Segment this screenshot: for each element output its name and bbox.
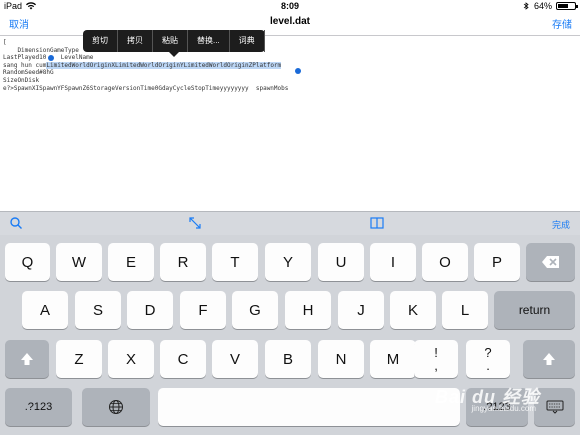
status-time: 8:09 bbox=[280, 1, 299, 11]
text-editor[interactable]: [ DimensionGameType GeneratorN LastPlaye… bbox=[0, 37, 580, 211]
menu-dictionary[interactable]: 词典 bbox=[230, 30, 265, 52]
key-c[interactable]: C bbox=[160, 340, 206, 378]
shift-icon bbox=[543, 353, 555, 365]
hide-keyboard-key[interactable] bbox=[534, 388, 575, 426]
content-line-5: RandomSeed#8hG bbox=[3, 69, 54, 77]
selected-text[interactable]: LimitedWorldOriginXLimitedWorldOriginYLi… bbox=[46, 61, 282, 69]
menu-pointer bbox=[169, 52, 179, 57]
globe-key[interactable] bbox=[82, 388, 150, 426]
menu-copy[interactable]: 拷贝 bbox=[118, 30, 153, 52]
key-o[interactable]: O bbox=[422, 243, 468, 281]
shift-key-right[interactable] bbox=[523, 340, 575, 378]
space-bar[interactable] bbox=[158, 388, 460, 426]
key-i[interactable]: I bbox=[370, 243, 416, 281]
key-p[interactable]: P bbox=[474, 243, 520, 281]
key-v[interactable]: V bbox=[212, 340, 258, 378]
menu-paste[interactable]: 粘贴 bbox=[153, 30, 188, 52]
key-h[interactable]: H bbox=[285, 291, 331, 329]
shift-icon bbox=[21, 353, 33, 365]
key-question-period[interactable]: ? . bbox=[466, 340, 510, 378]
numbers-key-left[interactable]: .?123 bbox=[5, 388, 72, 426]
shift-key-left[interactable] bbox=[5, 340, 49, 378]
key-b[interactable]: B bbox=[265, 340, 311, 378]
key-f[interactable]: F bbox=[180, 291, 226, 329]
key-t[interactable]: T bbox=[212, 243, 258, 281]
shortcut-bar: 完成 bbox=[0, 211, 580, 235]
content-line-4: sang hun cum bbox=[3, 61, 47, 69]
globe-icon bbox=[109, 400, 123, 414]
key-s[interactable]: S bbox=[75, 291, 121, 329]
selection-start-handle[interactable] bbox=[48, 55, 54, 61]
content-line-6: SizeOnDisk bbox=[3, 76, 40, 84]
key-w[interactable]: W bbox=[56, 243, 102, 281]
menu-replace[interactable]: 替换... bbox=[188, 30, 230, 52]
content-line-1: [ bbox=[3, 39, 7, 46]
key-d[interactable]: D bbox=[127, 291, 173, 329]
battery-icon bbox=[556, 2, 578, 10]
key-z[interactable]: Z bbox=[56, 340, 102, 378]
key-g[interactable]: G bbox=[232, 291, 278, 329]
status-right: 64% bbox=[522, 0, 578, 12]
search-icon[interactable] bbox=[9, 216, 23, 230]
battery-percent: 64% bbox=[533, 1, 552, 11]
expand-arrows-icon[interactable] bbox=[188, 216, 202, 230]
status-bar: iPad 8:09 64% bbox=[0, 0, 580, 12]
key-q[interactable]: Q bbox=[5, 243, 50, 281]
done-button[interactable]: 完成 bbox=[552, 218, 570, 231]
selection-end-handle[interactable] bbox=[295, 68, 301, 74]
key-n[interactable]: N bbox=[318, 340, 364, 378]
key-u[interactable]: U bbox=[318, 243, 364, 281]
delete-key[interactable] bbox=[526, 243, 575, 281]
key-j[interactable]: J bbox=[338, 291, 384, 329]
key-r[interactable]: R bbox=[160, 243, 206, 281]
key-k[interactable]: K bbox=[390, 291, 436, 329]
backspace-icon bbox=[541, 256, 559, 268]
key-e[interactable]: E bbox=[108, 243, 154, 281]
edit-menu: 剪切 拷贝 粘贴 替换... 词典 bbox=[83, 30, 265, 57]
content-line-7: e?>SpawnXISpawnYFSpawnZ6StorageVersionTi… bbox=[3, 84, 289, 92]
book-icon[interactable] bbox=[370, 216, 384, 230]
key-comma-label: , bbox=[434, 358, 438, 373]
key-x[interactable]: X bbox=[108, 340, 154, 378]
keyboard-dismiss-icon bbox=[546, 400, 563, 414]
key-m[interactable]: M bbox=[370, 340, 416, 378]
return-key[interactable]: return bbox=[494, 291, 575, 329]
baidu-watermark-url: jingyan.baidu.com bbox=[471, 404, 536, 413]
menu-cut[interactable]: 剪切 bbox=[83, 30, 118, 52]
save-button[interactable]: 存储 bbox=[552, 16, 572, 31]
bluetooth-icon bbox=[523, 2, 529, 10]
key-a[interactable]: A bbox=[22, 291, 68, 329]
document-title: level.dat bbox=[269, 16, 311, 27]
key-y[interactable]: Y bbox=[265, 243, 311, 281]
key-period-label: . bbox=[486, 358, 490, 373]
key-l[interactable]: L bbox=[442, 291, 488, 329]
key-exclaim-comma[interactable]: ! , bbox=[414, 340, 458, 378]
